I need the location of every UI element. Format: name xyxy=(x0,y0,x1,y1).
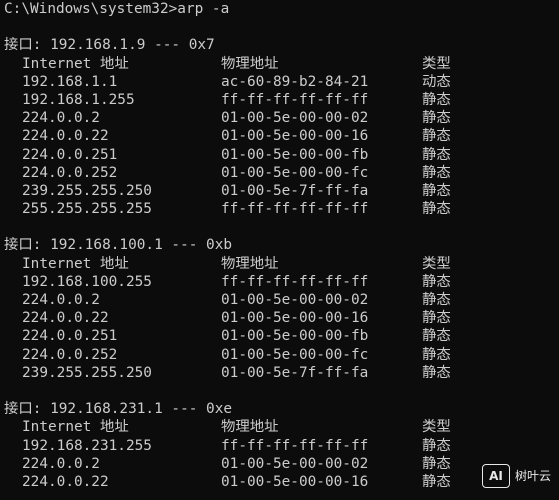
ip-address-cell: 224.0.0.2 xyxy=(22,455,100,472)
entry-type-cell: 静态 xyxy=(422,328,451,345)
entry-type-cell: 静态 xyxy=(422,273,451,290)
watermark-logo: AI xyxy=(481,464,510,488)
ip-address-cell: 192.168.100.255 xyxy=(22,273,152,290)
arp-entry-row: 192.168.1.255 ff-ff-ff-ff-ff-ff 静态 xyxy=(0,91,559,109)
arp-entry-row: 224.0.0.2 01-00-5e-00-00-02 静态 xyxy=(0,455,559,473)
arp-entry-row: 255.255.255.255 ff-ff-ff-ff-ff-ff 静态 xyxy=(0,200,559,218)
mac-address-cell: 01-00-5e-00-00-16 xyxy=(221,473,369,490)
arp-entry-row: 224.0.0.2 01-00-5e-00-00-02 静态 xyxy=(0,291,559,309)
column-header-internet-address: Internet 地址 xyxy=(22,255,129,272)
column-header-type: 类型 xyxy=(422,55,451,72)
ip-address-cell: 224.0.0.2 xyxy=(22,292,100,308)
prompt-line: C:\Windows\system32>arp -a xyxy=(0,0,559,18)
ip-address-cell: 224.0.0.22 xyxy=(22,310,109,327)
interface-section: 接口: 192.168.100.1 --- 0xb Internet 地址 物理地址… xyxy=(0,236,559,400)
arp-entry-row: 192.168.231.255 ff-ff-ff-ff-ff-ff 静态 xyxy=(0,437,559,455)
interface-header-line: 接口: 192.168.231.1 --- 0xe xyxy=(0,400,559,418)
ip-address-cell: 224.0.0.22 xyxy=(22,473,109,490)
entry-type-cell: 静态 xyxy=(422,128,451,145)
ip-address-cell: 224.0.0.22 xyxy=(22,128,109,145)
entry-type-cell: 静态 xyxy=(422,473,451,490)
entry-type-cell: 静态 xyxy=(422,310,451,327)
arp-entry-row: 239.255.255.250 01-00-5e-7f-ff-fa 静态 xyxy=(0,364,559,382)
arp-entry-row: 192.168.100.255 ff-ff-ff-ff-ff-ff 静态 xyxy=(0,273,559,291)
entry-type-cell: 静态 xyxy=(422,201,451,218)
ip-address-cell: 224.0.0.251 xyxy=(22,328,118,345)
entry-type-cell: 动态 xyxy=(422,73,451,90)
column-header-physical-address: 物理地址 xyxy=(221,55,279,72)
entry-type-cell: 静态 xyxy=(422,146,451,163)
entry-type-cell: 静态 xyxy=(422,91,451,108)
ip-address-cell: 224.0.0.251 xyxy=(22,146,118,163)
entry-type-cell: 静态 xyxy=(422,364,451,381)
mac-address-cell: 01-00-5e-7f-ff-fa xyxy=(221,182,369,199)
mac-address-cell: 01-00-5e-00-00-fb xyxy=(221,328,369,345)
column-header-internet-address: Internet 地址 xyxy=(22,55,129,72)
interface-header: 接口: 192.168.100.1 --- 0xb xyxy=(4,237,233,254)
entry-type-cell: 静态 xyxy=(422,182,451,199)
ip-address-cell: 224.0.0.252 xyxy=(22,346,118,363)
ip-address-cell: 239.255.255.250 xyxy=(22,364,152,381)
column-header-internet-address: Internet 地址 xyxy=(22,419,129,436)
mac-address-cell: 01-00-5e-00-00-16 xyxy=(221,310,369,327)
mac-address-cell: 01-00-5e-00-00-fb xyxy=(221,146,369,163)
mac-address-cell: 01-00-5e-00-00-fc xyxy=(221,346,369,363)
interface-header: 接口: 192.168.231.1 --- 0xe xyxy=(4,401,233,418)
mac-address-cell: ff-ff-ff-ff-ff-ff xyxy=(221,91,369,108)
mac-address-cell: 01-00-5e-00-00-16 xyxy=(221,128,369,145)
arp-entry-row: 224.0.0.252 01-00-5e-00-00-fc 静态 xyxy=(0,164,559,182)
column-header-row: Internet 地址 物理地址 类型 xyxy=(0,55,559,73)
column-header-row: Internet 地址 物理地址 类型 xyxy=(0,255,559,273)
ip-address-cell: 224.0.0.2 xyxy=(22,110,100,127)
column-header-type: 类型 xyxy=(422,419,451,436)
ip-address-cell: 239.255.255.250 xyxy=(22,182,152,199)
mac-address-cell: 01-00-5e-00-00-fc xyxy=(221,164,369,181)
mac-address-cell: ff-ff-ff-ff-ff-ff xyxy=(221,201,369,218)
entry-type-cell: 静态 xyxy=(422,292,451,308)
mac-address-cell: 01-00-5e-00-00-02 xyxy=(221,292,369,308)
watermark: AI 树叶云 xyxy=(481,464,551,488)
arp-entry-row: 224.0.0.22 01-00-5e-00-00-16 静态 xyxy=(0,309,559,327)
entry-type-cell: 静态 xyxy=(422,437,451,454)
entry-type-cell: 静态 xyxy=(422,455,451,472)
interface-section: 接口: 192.168.231.1 --- 0xe Internet 地址 物理地址… xyxy=(0,400,559,491)
entry-type-cell: 静态 xyxy=(422,346,451,363)
arp-entry-row: 224.0.0.2 01-00-5e-00-00-02 静态 xyxy=(0,109,559,127)
mac-address-cell: 01-00-5e-00-00-02 xyxy=(221,455,369,472)
column-header-physical-address: 物理地址 xyxy=(221,419,279,436)
arp-entry-row: 239.255.255.250 01-00-5e-7f-ff-fa 静态 xyxy=(0,182,559,200)
mac-address-cell: 01-00-5e-7f-ff-fa xyxy=(221,364,369,381)
ip-address-cell: 192.168.1.255 xyxy=(22,91,135,108)
entry-type-cell: 静态 xyxy=(422,110,451,127)
mac-address-cell: ff-ff-ff-ff-ff-ff xyxy=(221,273,369,290)
command-prompt: C:\Windows\system32>arp -a xyxy=(4,1,230,17)
interface-header-line: 接口: 192.168.1.9 --- 0x7 xyxy=(0,36,559,54)
interface-section: 接口: 192.168.1.9 --- 0x7 Internet 地址 物理地址 类型… xyxy=(0,36,559,236)
arp-entry-row: 224.0.0.251 01-00-5e-00-00-fb 静态 xyxy=(0,146,559,164)
ip-address-cell: 255.255.255.255 xyxy=(22,201,152,218)
mac-address-cell: ac-60-89-b2-84-21 xyxy=(221,73,369,90)
ip-address-cell: 224.0.0.252 xyxy=(22,164,118,181)
mac-address-cell: ff-ff-ff-ff-ff-ff xyxy=(221,437,369,454)
mac-address-cell: 01-00-5e-00-00-02 xyxy=(221,110,369,127)
arp-entry-row: 224.0.0.22 01-00-5e-00-00-16 静态 xyxy=(0,473,559,491)
console-window[interactable]: C:\Windows\system32>arp -a 接口: 192.168.1… xyxy=(0,0,559,500)
arp-entry-row: 224.0.0.251 01-00-5e-00-00-fb 静态 xyxy=(0,327,559,345)
ip-address-cell: 192.168.231.255 xyxy=(22,437,152,454)
ip-address-cell: 192.168.1.1 xyxy=(22,73,118,90)
column-header-physical-address: 物理地址 xyxy=(221,255,279,272)
arp-entry-row: 224.0.0.22 01-00-5e-00-00-16 静态 xyxy=(0,127,559,145)
interface-header-line: 接口: 192.168.100.1 --- 0xb xyxy=(0,236,559,254)
column-header-row: Internet 地址 物理地址 类型 xyxy=(0,418,559,436)
arp-output: 接口: 192.168.1.9 --- 0x7 Internet 地址 物理地址 类型… xyxy=(0,36,559,491)
arp-entry-row: 224.0.0.252 01-00-5e-00-00-fc 静态 xyxy=(0,346,559,364)
interface-header: 接口: 192.168.1.9 --- 0x7 xyxy=(4,37,215,54)
watermark-text: 树叶云 xyxy=(514,468,551,483)
arp-entry-row: 192.168.1.1 ac-60-89-b2-84-21 动态 xyxy=(0,73,559,91)
entry-type-cell: 静态 xyxy=(422,164,451,181)
column-header-type: 类型 xyxy=(422,255,451,272)
